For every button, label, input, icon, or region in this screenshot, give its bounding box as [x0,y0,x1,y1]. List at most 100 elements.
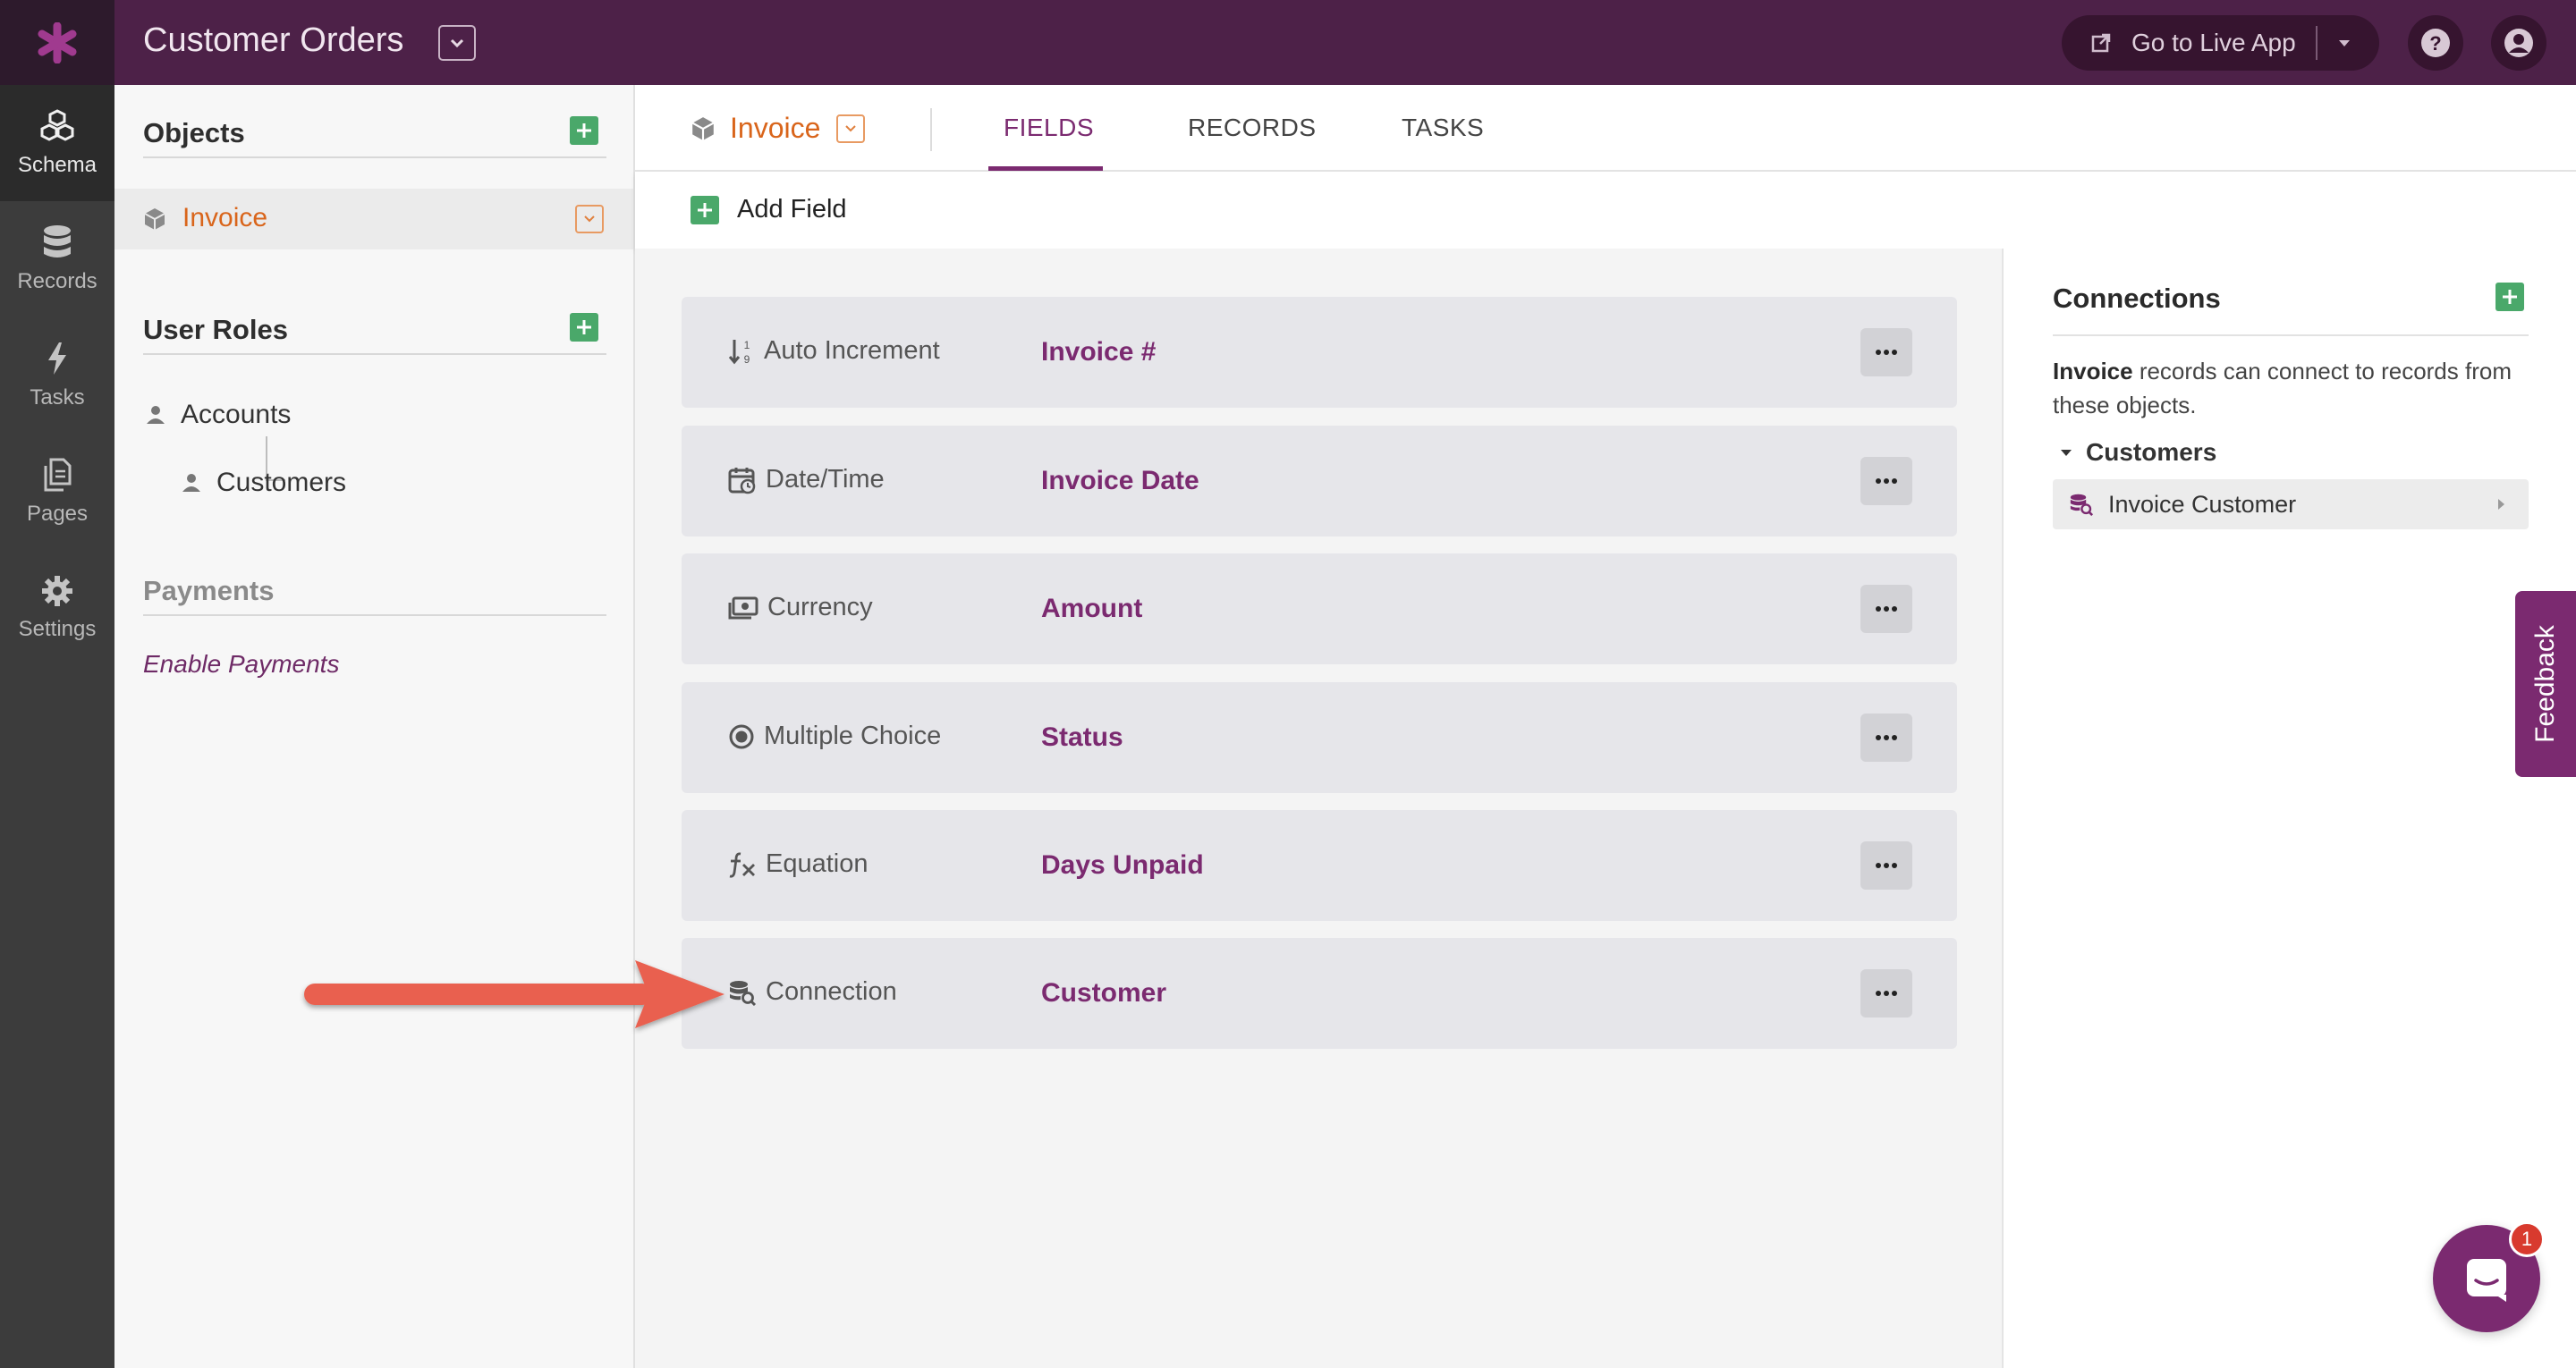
plus-icon [577,320,591,334]
field-type-label: Connection [766,977,897,1006]
add-user-role-button[interactable] [570,313,598,342]
object-header: Invoice FIELDS RECORDS TASKS [635,85,2576,172]
schema-sidebar: Objects Invoice User Roles Accounts Cust… [114,85,635,1368]
account-button[interactable] [2491,15,2546,71]
more-icon [1876,735,1897,740]
connection-group-customers[interactable]: Customers [2059,438,2216,467]
field-row[interactable]: Connection Customer [682,938,1957,1049]
rail-item-tasks[interactable]: Tasks [0,317,114,434]
calendar-icon [728,467,756,494]
field-row[interactable]: Equation Days Unpaid [682,810,1957,921]
cube-icon [144,208,165,230]
currency-icon [728,596,758,619]
object-name: Invoice [730,112,821,144]
connection-icon [2070,494,2094,516]
field-type: Equation [728,849,869,879]
external-link-icon [2091,33,2111,53]
rail-item-schema[interactable]: Schema [0,85,114,201]
field-name: Customer [1041,978,1167,1008]
field-name: Invoice # [1041,337,1157,367]
tab-fields[interactable]: FIELDS [1004,114,1094,142]
radio-icon [729,724,754,748]
enable-payments-link[interactable]: Enable Payments [143,650,339,679]
connections-description: Invoice records can connect to records f… [2053,354,2536,422]
more-icon [1876,478,1897,484]
current-object[interactable]: Invoice [691,112,866,145]
objects-title: Objects [143,117,245,148]
field-type: Multiple Choice [728,722,941,751]
user-icon [182,474,200,492]
function-icon [729,851,755,878]
field-menu-button[interactable] [1860,328,1912,376]
auto-increment-icon: 19 [728,339,750,366]
more-icon [1876,606,1897,612]
schema-icon [40,109,74,141]
rail-item-records[interactable]: Records [0,201,114,317]
user-icon [147,406,165,424]
cube-icon [691,116,715,140]
tab-tasks[interactable]: TASKS [1402,114,1484,142]
field-menu-button[interactable] [1860,585,1912,633]
tab-records[interactable]: RECORDS [1188,114,1317,142]
field-type-label: Currency [767,593,873,621]
field-row[interactable]: Multiple Choice Status [682,682,1957,793]
role-item-customers[interactable]: Customers [181,468,346,498]
rail-label: Pages [26,502,89,526]
fields-toolbar: Add Field [635,172,2576,249]
plus-button [691,195,719,224]
gear-icon [42,576,72,606]
connection-item-invoice-customer[interactable]: Invoice Customer [2053,479,2529,529]
connection-group-label: Customers [2086,438,2217,466]
role-item-accounts[interactable]: Accounts [145,400,291,430]
plus-icon [577,123,591,138]
notification-badge: 1 [2509,1221,2545,1257]
objects-section-header: Objects [143,117,606,158]
top-bar: Customer Orders Go to Live App ? [0,0,2576,85]
field-menu-button[interactable] [1860,841,1912,890]
feedback-tab[interactable]: Feedback [2515,591,2576,777]
logo[interactable] [0,0,114,85]
add-connection-button[interactable] [2496,283,2524,311]
field-row[interactable]: 19 Auto Increment Invoice # [682,297,1957,408]
more-icon [1876,863,1897,868]
add-field-button[interactable]: Add Field [691,195,847,224]
caret-down-icon[interactable] [2337,38,2351,47]
go-to-live-app-button[interactable]: Go to Live App [2062,15,2379,71]
role-label: Customers [216,468,347,497]
chat-icon [2467,1259,2506,1302]
role-label: Accounts [181,400,292,429]
add-object-button[interactable] [570,116,598,145]
payments-section-header: Payments [143,575,606,616]
connections-title: Connections [2053,283,2221,314]
field-name: Invoice Date [1041,466,1199,495]
bolt-icon [48,342,66,375]
field-menu-button[interactable] [1860,457,1912,505]
plus-icon [2503,290,2517,304]
chevron-down-icon [845,124,857,131]
app-title: Customer Orders [143,21,404,59]
rail-item-settings[interactable]: Settings [0,550,114,666]
add-field-label: Add Field [737,195,847,224]
field-type: 19 Auto Increment [728,336,940,366]
live-app-label: Go to Live App [2131,29,2296,56]
object-menu-button[interactable] [575,205,604,233]
field-menu-button[interactable] [1860,969,1912,1018]
field-row[interactable]: Date/Time Invoice Date [682,426,1957,536]
field-name: Status [1041,722,1123,752]
object-item-invoice[interactable]: Invoice [114,189,633,249]
rail-label: Tasks [30,385,85,410]
caret-right-icon [2498,499,2504,510]
divider [2053,334,2529,336]
rail-item-pages[interactable]: Pages [0,434,114,550]
user-roles-section-header: User Roles [143,314,606,355]
connections-object-name: Invoice [2053,358,2133,384]
object-switcher-button[interactable] [836,114,866,143]
field-menu-button[interactable] [1860,714,1912,762]
divider [930,108,932,151]
annotation-arrow [304,960,724,1028]
field-row[interactable]: Currency Amount [682,553,1957,664]
more-icon [1876,991,1897,996]
help-button[interactable]: ? [2408,15,2463,71]
user-avatar-icon [2504,29,2533,57]
app-menu-button[interactable] [438,25,476,61]
